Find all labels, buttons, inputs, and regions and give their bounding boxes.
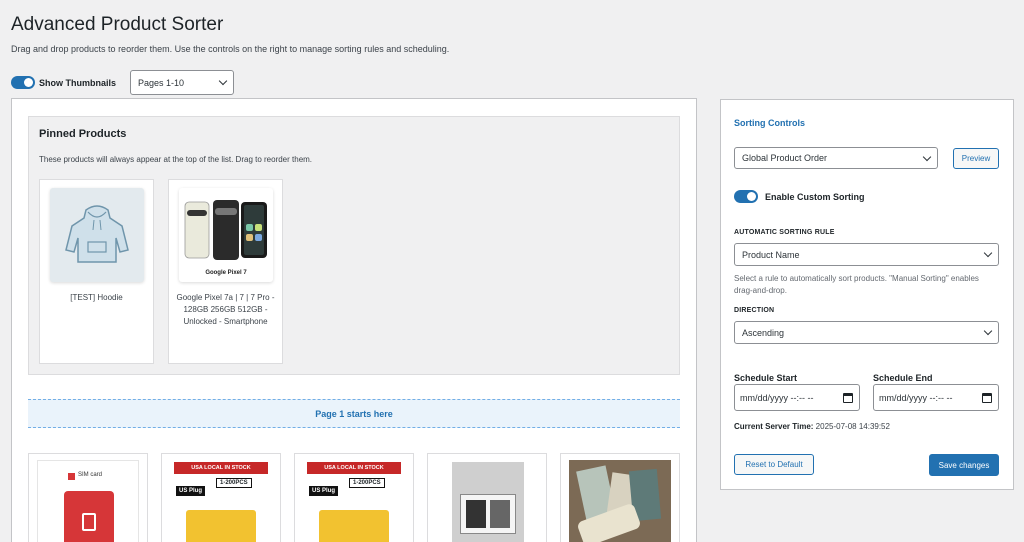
thumbnail-caption: 1-200PCS xyxy=(349,478,385,488)
pinned-products-description: These products will always appear at the… xyxy=(39,155,313,164)
pages-select[interactable]: Pages 1-10 xyxy=(130,70,234,95)
thumbnail-caption: Google Pixel 7 xyxy=(205,270,247,276)
phone-boxes-thumbnail xyxy=(436,460,538,542)
product-card[interactable] xyxy=(560,453,680,542)
thumbnail-caption: USA LOCAL IN STOCK xyxy=(307,462,401,474)
schedule-start-label: Schedule Start xyxy=(734,373,798,383)
enable-custom-sorting-row: Enable Custom Sorting xyxy=(734,190,865,203)
pinned-product-name: Google Pixel 7a | 7 | 7 Pro - 128GB 256G… xyxy=(176,293,275,326)
sim-card-thumbnail: SIM card xyxy=(37,460,139,542)
thumbnail-caption: US Plug xyxy=(309,486,339,496)
thumbnail-caption: 1-200PCS xyxy=(216,478,252,488)
enable-custom-sorting-label: Enable Custom Sorting xyxy=(765,191,865,202)
sorting-rule-help: Select a rule to automatically sort prod… xyxy=(734,274,979,295)
product-card[interactable]: SIM card xyxy=(28,453,148,542)
page-title: Advanced Product Sorter xyxy=(11,14,224,35)
sorting-controls-title: Sorting Controls xyxy=(734,118,805,128)
reset-to-default-button[interactable]: Reset to Default xyxy=(734,454,814,475)
calendar-icon[interactable] xyxy=(982,392,992,403)
thumbnail-caption: US Plug xyxy=(176,486,206,496)
chevron-down-icon xyxy=(983,248,993,258)
product-card[interactable]: USA LOCAL IN STOCK US Plug 1-200PCS xyxy=(161,453,281,542)
chevron-down-icon xyxy=(922,152,932,161)
sort-target-select[interactable]: Global Product Order xyxy=(734,147,938,169)
sorting-rule-label: AUTOMATIC SORTING RULE xyxy=(734,229,835,236)
direction-select[interactable]: Ascending xyxy=(734,321,999,344)
pinned-product-card[interactable]: Google Pixel 7 Google Pixel 7a | 7 | 7 P… xyxy=(168,179,283,364)
product-card[interactable]: USA LOCAL IN STOCK US Plug 1-200PCS xyxy=(294,453,414,542)
page-start-marker: Page 1 starts here xyxy=(28,399,680,428)
chevron-down-icon xyxy=(218,76,228,86)
page-description: Drag and drop products to reorder them. … xyxy=(11,44,450,54)
product-card[interactable] xyxy=(427,453,547,542)
chevron-down-icon xyxy=(983,326,993,336)
sorting-rule-select[interactable]: Product Name xyxy=(734,243,999,266)
charger-thumbnail: USA LOCAL IN STOCK US Plug 1-200PCS xyxy=(303,460,405,542)
direction-label: DIRECTION xyxy=(734,307,775,314)
pixel-phones-thumbnail: Google Pixel 7 xyxy=(179,188,273,282)
schedule-end-placeholder: mm/dd/yyyy --:-- -- xyxy=(879,392,953,403)
server-time-label: Current Server Time: xyxy=(734,422,814,431)
preview-button[interactable]: Preview xyxy=(953,148,999,169)
sort-target-value: Global Product Order xyxy=(742,153,828,163)
schedule-start-placeholder: mm/dd/yyyy --:-- -- xyxy=(740,392,814,403)
direction-value: Ascending xyxy=(742,327,785,338)
show-thumbnails-label: Show Thumbnails xyxy=(39,77,117,88)
thumbnail-caption: SIM card xyxy=(78,472,103,478)
thumbnail-caption: USA LOCAL IN STOCK xyxy=(174,462,268,474)
enable-custom-sorting-toggle[interactable] xyxy=(734,190,758,203)
toolbar: Show Thumbnails xyxy=(11,70,116,95)
server-time: Current Server Time: 2025-07-08 14:39:52 xyxy=(734,422,890,431)
calendar-icon[interactable] xyxy=(843,392,853,403)
schedule-end-input[interactable]: mm/dd/yyyy --:-- -- xyxy=(873,384,999,411)
save-changes-button[interactable]: Save changes xyxy=(929,454,999,476)
charger-thumbnail: USA LOCAL IN STOCK US Plug 1-200PCS xyxy=(170,460,272,542)
pages-select-value: Pages 1-10 xyxy=(138,77,185,88)
phones-pile-thumbnail xyxy=(569,460,671,542)
hoodie-thumbnail xyxy=(50,188,144,282)
pinned-product-name: [TEST] Hoodie xyxy=(70,293,123,302)
show-thumbnails-toggle[interactable] xyxy=(11,76,35,89)
server-time-value: 2025-07-08 14:39:52 xyxy=(815,422,890,431)
pinned-product-card[interactable]: [TEST] Hoodie xyxy=(39,179,154,364)
pinned-products-title: Pinned Products xyxy=(39,128,127,140)
sorting-rule-value: Product Name xyxy=(742,249,800,260)
schedule-start-input[interactable]: mm/dd/yyyy --:-- -- xyxy=(734,384,860,411)
schedule-end-label: Schedule End xyxy=(873,373,933,383)
